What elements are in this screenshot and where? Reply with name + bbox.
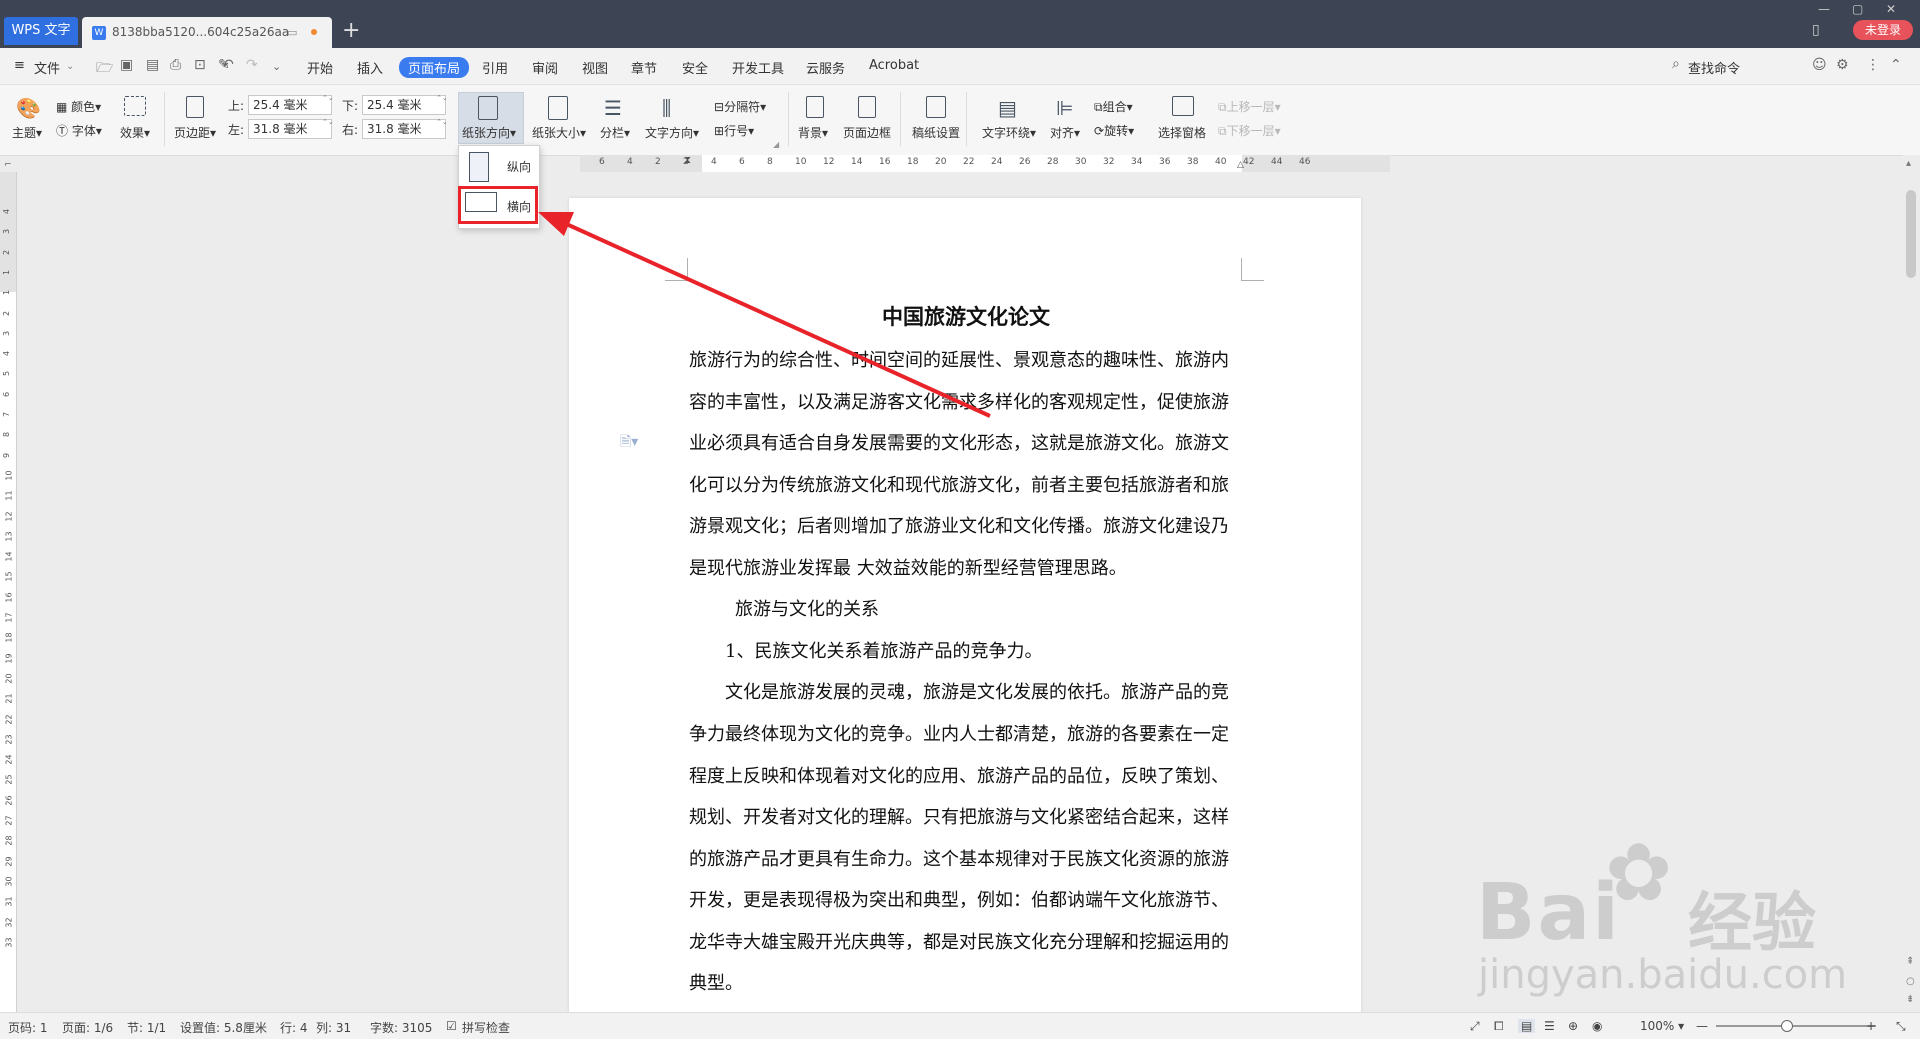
status-word-count[interactable]: 字数: 3105 — [370, 1019, 432, 1036]
zoom-value: 100% — [1640, 1019, 1675, 1033]
arrow-head — [538, 212, 574, 236]
scrollbar-thumb[interactable] — [1906, 190, 1916, 278]
arrow-shaft — [561, 220, 991, 418]
spell-check-icon[interactable]: ☑ — [446, 1019, 457, 1033]
zoom-level[interactable]: 100% ▾ — [1640, 1019, 1684, 1033]
status-setting[interactable]: 设置值: 5.8厘米 — [180, 1019, 267, 1036]
paw-icon: ✿ — [1605, 826, 1673, 919]
zoom-slider[interactable] — [1716, 1025, 1876, 1027]
fit-page-icon[interactable]: ⤡ — [1896, 1019, 1906, 1034]
eye-protect-icon[interactable]: ◉ — [1592, 1019, 1602, 1033]
vertical-scrollbar[interactable] — [1903, 155, 1920, 1012]
status-section[interactable]: 节: 1/1 — [127, 1019, 166, 1036]
watermark-logo: Bai — [1476, 868, 1621, 958]
read-mode-icon[interactable]: ⧠ — [1494, 1019, 1504, 1034]
status-page-code[interactable]: 页码: 1 — [8, 1019, 48, 1036]
zoom-slider-handle[interactable] — [1781, 1020, 1793, 1032]
status-row[interactable]: 行: 4 — [280, 1019, 308, 1036]
next-page-icon[interactable]: ⇟ — [1906, 994, 1914, 1005]
fullscreen-icon[interactable]: ⤢ — [1470, 1019, 1480, 1034]
prev-page-icon[interactable]: ⇞ — [1906, 956, 1914, 967]
status-pages[interactable]: 页面: 1/6 — [62, 1019, 113, 1036]
select-browse-icon[interactable]: ○ — [1906, 976, 1915, 987]
zoom-in-icon[interactable]: + — [1866, 1019, 1876, 1033]
web-view-icon[interactable]: ⊕ — [1568, 1019, 1578, 1033]
status-col[interactable]: 列: 31 — [316, 1019, 351, 1036]
outline-view-icon[interactable]: ☰ — [1544, 1019, 1555, 1033]
spell-check[interactable]: 拼写检查 — [462, 1019, 510, 1036]
page-view-icon[interactable]: ▤ — [1518, 1019, 1536, 1033]
watermark-url: jingyan.baidu.com — [1478, 952, 1848, 998]
zoom-out-icon[interactable]: — — [1696, 1019, 1708, 1033]
watermark-jingyan: 经验 — [1688, 887, 1816, 961]
scroll-up-icon[interactable]: ▴ — [1906, 158, 1911, 169]
